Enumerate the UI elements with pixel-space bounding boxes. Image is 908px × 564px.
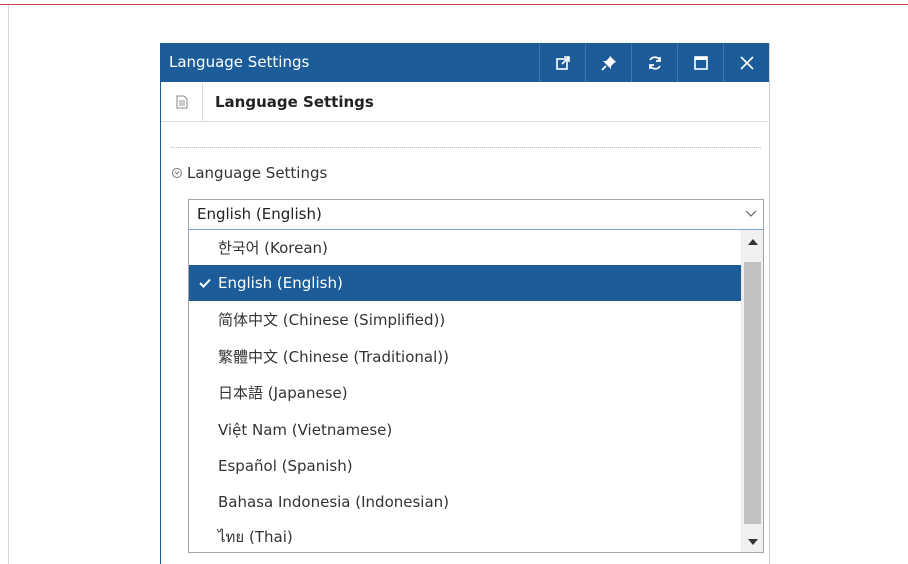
collapse-circle-icon <box>172 168 182 178</box>
subheader-title: Language Settings <box>215 93 374 111</box>
document-icon <box>176 95 187 109</box>
dialog-title: Language Settings <box>169 53 310 71</box>
section-heading[interactable]: Language Settings <box>172 164 327 182</box>
dialog-titlebar[interactable]: Language Settings <box>161 43 769 82</box>
close-button[interactable] <box>723 43 769 82</box>
language-option[interactable]: Español (Spanish) <box>189 448 741 484</box>
language-option[interactable]: Bahasa Indonesia (Indonesian) <box>189 484 741 520</box>
language-select-value: English (English) <box>197 205 322 223</box>
language-option-selected[interactable]: English (English) <box>189 265 741 301</box>
language-select[interactable]: English (English) <box>188 199 764 230</box>
language-option[interactable]: ไทย (Thai) <box>189 519 741 552</box>
titlebar-buttons <box>539 43 769 82</box>
popout-button[interactable] <box>539 43 585 82</box>
chevron-down-icon <box>745 210 757 217</box>
pin-button[interactable] <box>585 43 631 82</box>
language-option[interactable]: 한국어 (Korean) <box>189 230 741 266</box>
language-option[interactable]: Việt Nam (Vietnamese) <box>189 412 741 448</box>
maximize-icon <box>693 55 708 70</box>
dialog-subheader: Language Settings <box>161 83 768 122</box>
language-dropdown-list[interactable]: 한국어 (Korean) English (English) 简体中文 (Chi… <box>188 230 764 553</box>
popout-icon <box>555 55 570 70</box>
refresh-icon <box>648 55 661 70</box>
scroll-down-button[interactable] <box>742 530 763 552</box>
section-heading-label: Language Settings <box>187 164 328 182</box>
language-option[interactable]: 日本語 (Japanese) <box>189 375 741 411</box>
dropdown-scrollbar[interactable] <box>741 230 763 552</box>
page-left-border <box>8 5 9 564</box>
maximize-button[interactable] <box>677 43 723 82</box>
document-icon-cell <box>161 83 203 121</box>
top-accent-line <box>0 4 908 5</box>
checkmark-icon <box>199 265 213 301</box>
scrollbar-thumb[interactable] <box>744 262 761 524</box>
close-icon <box>739 55 754 70</box>
language-settings-dialog: Language Settings Language Settings Lang… <box>160 43 770 564</box>
language-option[interactable]: 繁體中文 (Chinese (Traditional)) <box>189 339 741 375</box>
pin-icon <box>600 55 616 71</box>
section-divider <box>171 147 761 148</box>
refresh-button[interactable] <box>631 43 677 82</box>
triangle-down-icon <box>747 538 758 545</box>
language-option[interactable]: 简体中文 (Chinese (Simplified)) <box>189 302 741 338</box>
triangle-up-icon <box>747 238 758 245</box>
scroll-up-button[interactable] <box>742 230 763 253</box>
